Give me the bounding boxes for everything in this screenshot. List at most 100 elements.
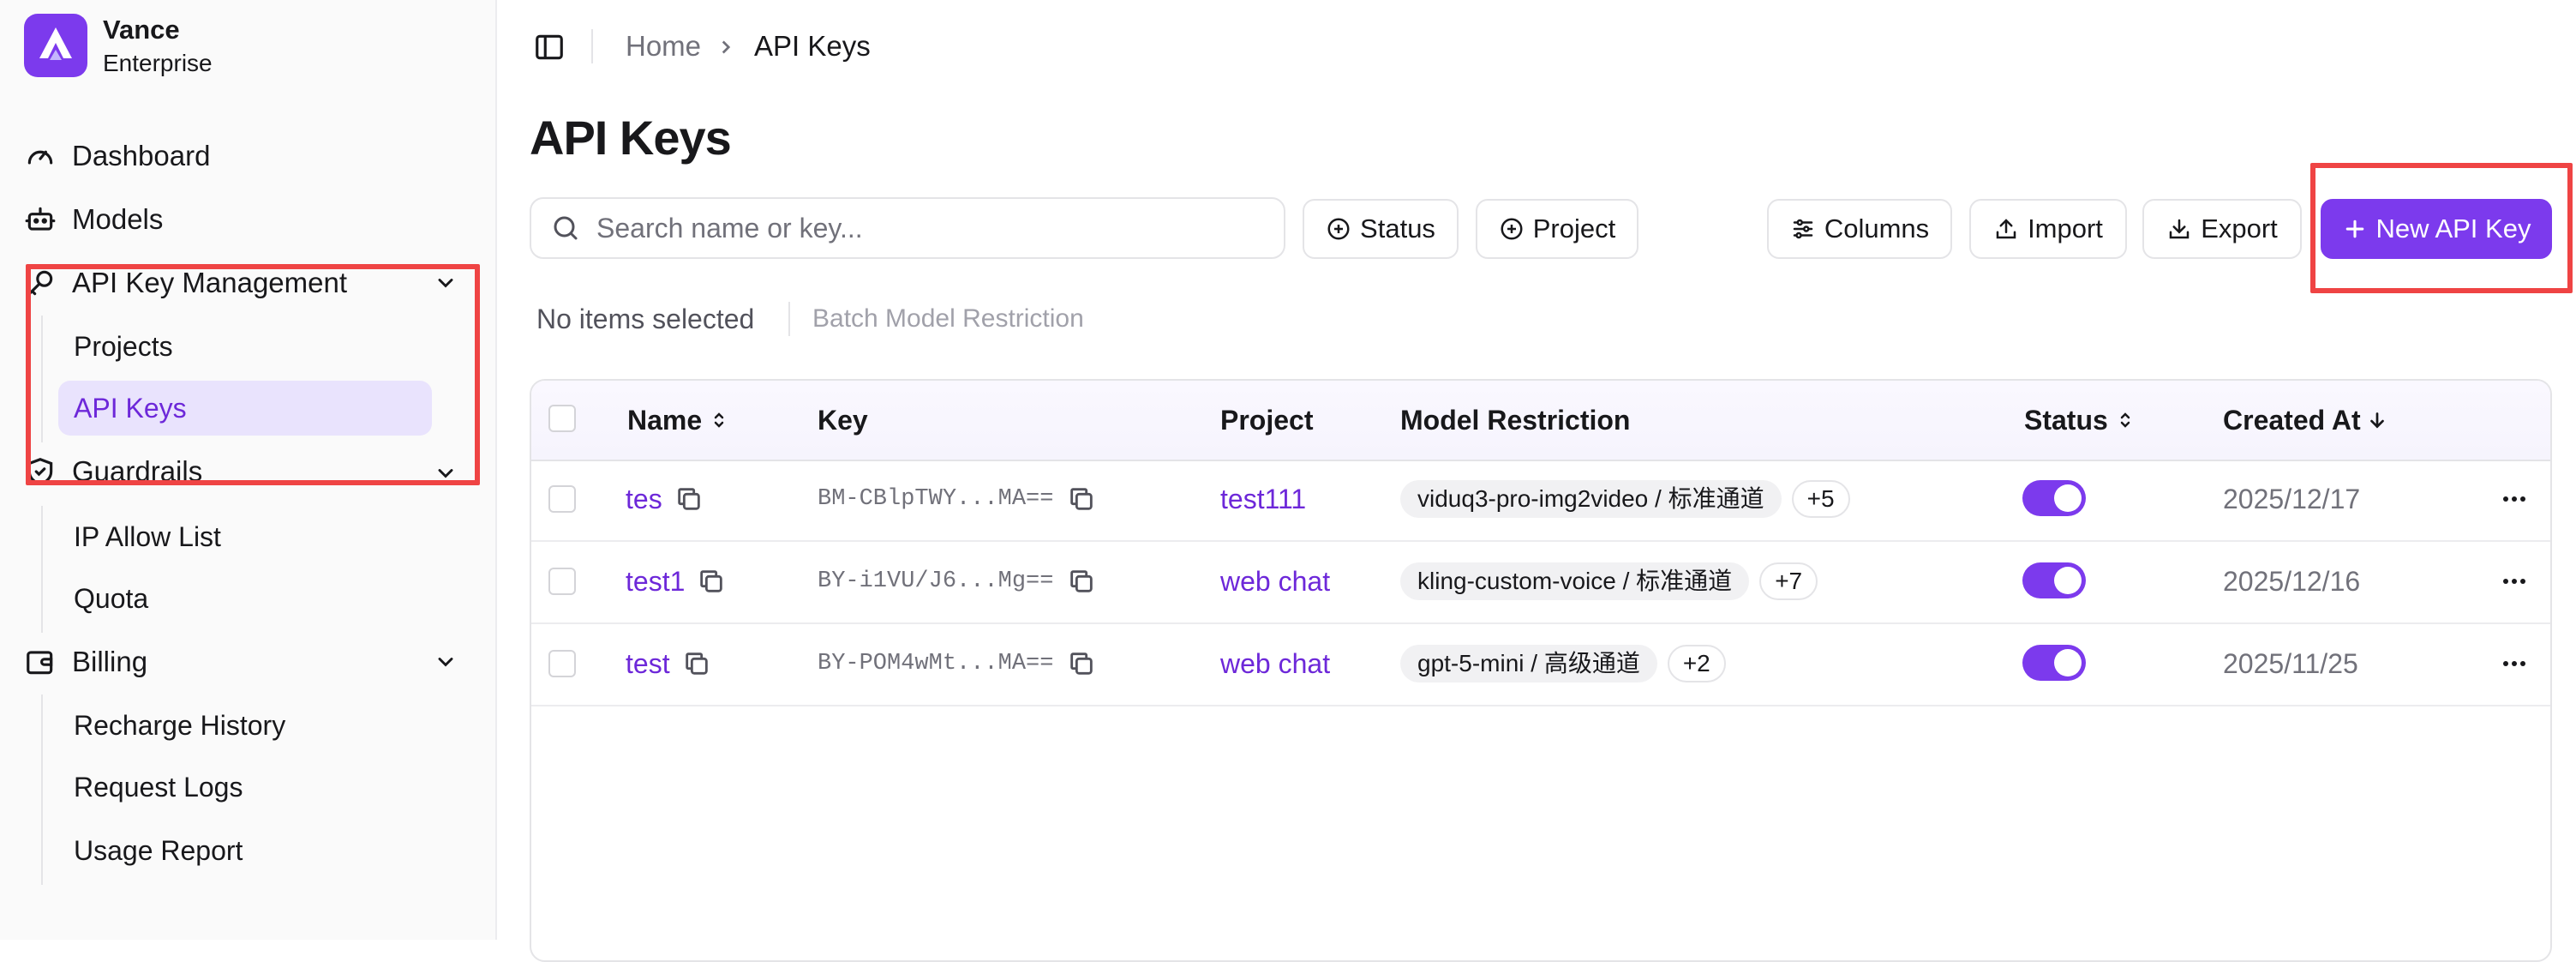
nav-models[interactable]: Models [24, 192, 470, 247]
sub-item-api-keys[interactable]: API Keys [58, 381, 432, 436]
batch-model-restriction-button[interactable]: Batch Model Restriction [812, 300, 1084, 338]
more-models-badge[interactable]: +7 [1759, 562, 1818, 600]
row-checkbox[interactable] [548, 568, 576, 595]
nav-label: Dashboard [72, 140, 211, 171]
column-header-label: Name [627, 405, 703, 436]
api-key-value: BM-CBlpTWY...MA== [818, 486, 1054, 512]
chevron-down-icon [438, 469, 453, 478]
column-header-status[interactable]: Status [2024, 401, 2136, 439]
new-api-key-button[interactable]: New API Key [2321, 199, 2552, 259]
copy-icon[interactable] [682, 649, 711, 678]
sliders-icon [1793, 219, 1813, 239]
table-header: Name Key Project Model Restriction Statu… [531, 381, 2550, 461]
sidebar-toggle-icon[interactable] [533, 31, 566, 63]
more-models-badge[interactable]: +5 [1791, 480, 1850, 518]
api-key-value: BY-POM4wMt...MA== [818, 651, 1054, 676]
column-header-label: Status [2024, 405, 2108, 436]
search-box[interactable] [530, 197, 1285, 259]
copy-icon[interactable] [1067, 484, 1096, 514]
more-models-badge[interactable]: +2 [1667, 645, 1726, 682]
sub-item-quota[interactable]: Quota [58, 571, 432, 626]
nav-label: Billing [72, 646, 148, 677]
sub-item-ip-allow-list[interactable]: IP Allow List [58, 509, 432, 564]
gauge-icon [27, 150, 53, 165]
api-keys-table: Name Key Project Model Restriction Statu… [530, 379, 2552, 962]
brand-logo-icon[interactable] [24, 14, 87, 77]
selection-status: No items selected [536, 304, 755, 334]
shield-icon [27, 458, 53, 485]
plus-circle-icon [1501, 218, 1523, 240]
search-icon [554, 216, 578, 240]
project-link[interactable]: web chat [1220, 562, 1330, 600]
nav-dashboard[interactable]: Dashboard [24, 129, 470, 183]
breadcrumb-home[interactable]: Home [626, 27, 701, 65]
nav-label: Models [72, 203, 164, 235]
nav-label: Guardrails [72, 455, 203, 487]
chevron-down-icon [438, 658, 453, 667]
selection-divider [788, 302, 790, 336]
column-header-label: Created At [2223, 405, 2361, 436]
sidebar: Vance Enterprise Dashboard Models API Ke… [0, 0, 497, 940]
nav-billing[interactable]: Billing [24, 634, 470, 689]
table-row: test1 BY-i1VU/J6...Mg== web chat kling-c… [531, 542, 2550, 624]
sub-item-recharge-history[interactable]: Recharge History [58, 698, 432, 753]
project-link[interactable]: web chat [1220, 645, 1330, 682]
more-actions-icon[interactable] [2497, 564, 2531, 598]
column-header-name[interactable]: Name [627, 401, 729, 439]
page-title: API Keys [530, 111, 732, 165]
import-button[interactable]: Import [1969, 199, 2127, 259]
created-at: 2025/11/25 [2223, 648, 2358, 679]
more-actions-icon[interactable] [2497, 646, 2531, 681]
tree-line [41, 316, 43, 442]
arrow-down-icon [2369, 412, 2384, 429]
project-filter-button[interactable]: Project [1476, 199, 1638, 259]
copy-icon[interactable] [1067, 567, 1096, 596]
copy-icon[interactable] [1067, 649, 1096, 678]
key-name-link[interactable]: tes [626, 480, 662, 518]
status-toggle[interactable] [2022, 480, 2086, 516]
row-checkbox[interactable] [548, 650, 576, 677]
created-at: 2025/12/16 [2223, 566, 2361, 597]
sub-item-request-logs[interactable]: Request Logs [58, 760, 432, 815]
column-header-created-at[interactable]: Created At [2223, 401, 2388, 439]
robot-icon [25, 207, 56, 231]
status-filter-label: Status [1360, 213, 1435, 244]
download-icon [2169, 219, 2190, 239]
table-row: tes BM-CBlpTWY...MA== test111 viduq3-pro… [531, 460, 2550, 542]
upload-icon [1996, 219, 2016, 239]
status-toggle[interactable] [2022, 645, 2086, 681]
key-name-link[interactable]: test1 [626, 562, 685, 600]
created-at: 2025/12/17 [2223, 484, 2361, 514]
model-chip: viduq3-pro-img2video / 标准通道 [1400, 480, 1782, 518]
sub-item-usage-report[interactable]: Usage Report [58, 823, 432, 878]
key-name-link[interactable]: test [626, 645, 670, 682]
chevron-down-icon [438, 279, 453, 288]
more-actions-icon[interactable] [2497, 482, 2531, 516]
project-link[interactable]: test111 [1220, 480, 1306, 518]
new-api-key-label: New API Key [2375, 213, 2531, 244]
project-filter-label: Project [1532, 213, 1616, 244]
model-chip: gpt-5-mini / 高级通道 [1400, 645, 1657, 682]
nav-api-key-management[interactable]: API Key Management [24, 256, 470, 310]
key-icon [27, 270, 53, 296]
status-toggle[interactable] [2022, 562, 2086, 598]
column-header-project: Project [1220, 405, 1314, 436]
brand-subtitle: Enterprise [103, 50, 213, 76]
columns-label: Columns [1824, 213, 1930, 244]
copy-icon[interactable] [697, 567, 726, 596]
nav-guardrails[interactable]: Guardrails [24, 446, 470, 497]
sort-icon [2120, 412, 2130, 428]
sub-item-projects[interactable]: Projects [58, 319, 432, 374]
status-filter-button[interactable]: Status [1303, 199, 1459, 259]
column-header-key: Key [818, 405, 868, 436]
export-button[interactable]: Export [2142, 199, 2302, 259]
brand-name: Vance [103, 15, 180, 45]
tree-line [41, 506, 43, 633]
copy-icon[interactable] [674, 484, 704, 514]
nav-label: API Key Management [72, 267, 348, 298]
columns-button[interactable]: Columns [1767, 199, 1952, 259]
select-all-checkbox[interactable] [548, 405, 576, 432]
column-header-model-restriction: Model Restriction [1400, 405, 1631, 436]
search-input[interactable] [595, 211, 1249, 245]
row-checkbox[interactable] [548, 485, 576, 513]
